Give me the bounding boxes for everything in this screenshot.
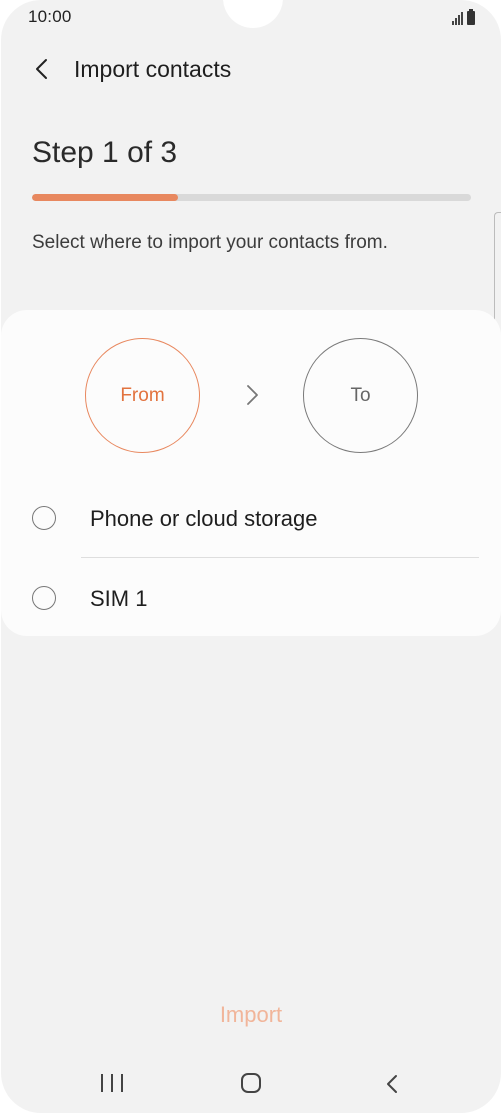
page-title: Import contacts [74,56,232,82]
step-indicator: Step 1 of 3 [32,136,178,169]
option-label: SIM 1 [90,586,148,611]
option-sim-1[interactable]: SIM 1 [1,568,501,632]
from-label: From [120,384,165,406]
import-button[interactable]: Import [1,1002,501,1028]
app-header: Import contacts [1,48,501,92]
camera-notch [223,0,283,28]
instruction-text: Select where to import your contacts fro… [32,232,388,253]
import-source-card: From To Phone or cloud storage SIM 1 [1,310,501,636]
phone-screen: 10:00 Import contacts Step 1 of 3 Select… [1,0,501,1113]
radio-button[interactable] [32,506,56,530]
option-label: Phone or cloud storage [90,506,318,531]
battery-icon [467,9,475,25]
status-time: 10:00 [28,7,72,26]
nav-back-icon[interactable] [382,1072,402,1096]
signal-icon [452,11,463,25]
progress-bar [32,194,471,201]
radio-button[interactable] [32,586,56,610]
home-icon[interactable] [241,1073,261,1093]
option-phone-or-cloud[interactable]: Phone or cloud storage [1,488,501,552]
status-icons [452,7,475,25]
from-step-circle: From [85,338,200,453]
back-arrow-icon[interactable] [31,57,55,81]
to-label: To [350,384,371,406]
divider [81,557,479,558]
chevron-right-icon [247,385,258,405]
to-step-circle: To [303,338,418,453]
progress-fill [32,194,179,201]
navigation-bar [1,1060,501,1110]
recent-apps-icon[interactable] [101,1074,123,1094]
